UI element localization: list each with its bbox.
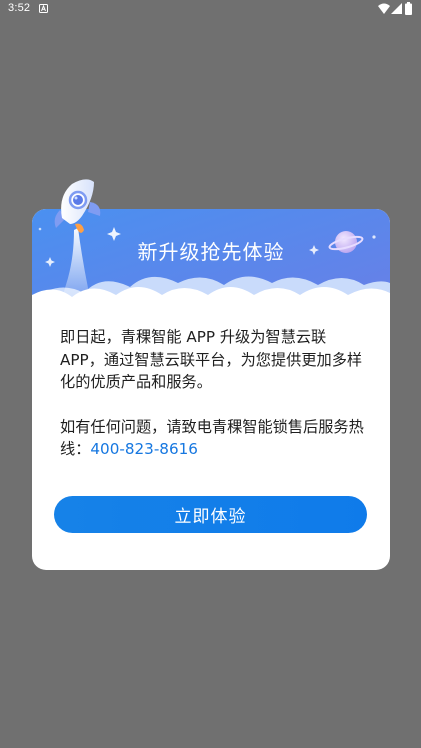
status-bar: 3:52 [0, 0, 421, 18]
notification-a-icon [39, 4, 48, 13]
battery-icon [405, 2, 412, 15]
notice-paragraph: 即日起，青稞智能 APP 升级为智慧云联 APP，通过智慧云联平台，为您提供更加… [60, 328, 363, 391]
status-time: 3:52 [8, 2, 31, 14]
wifi-icon [378, 3, 390, 14]
dialog-body: 即日起，青稞智能 APP 升级为智慧云联 APP，通过智慧云联平台，为您提供更加… [60, 326, 372, 461]
try-now-button[interactable]: 立即体验 [54, 496, 367, 533]
rocket-icon [54, 179, 101, 318]
hotline-link[interactable]: 400-823-8616 [90, 440, 198, 458]
support-paragraph: 如有任何问题，请致电青稞智能锁售后服务热线：400-823-8616 [60, 416, 372, 461]
signal-icon [391, 3, 402, 14]
